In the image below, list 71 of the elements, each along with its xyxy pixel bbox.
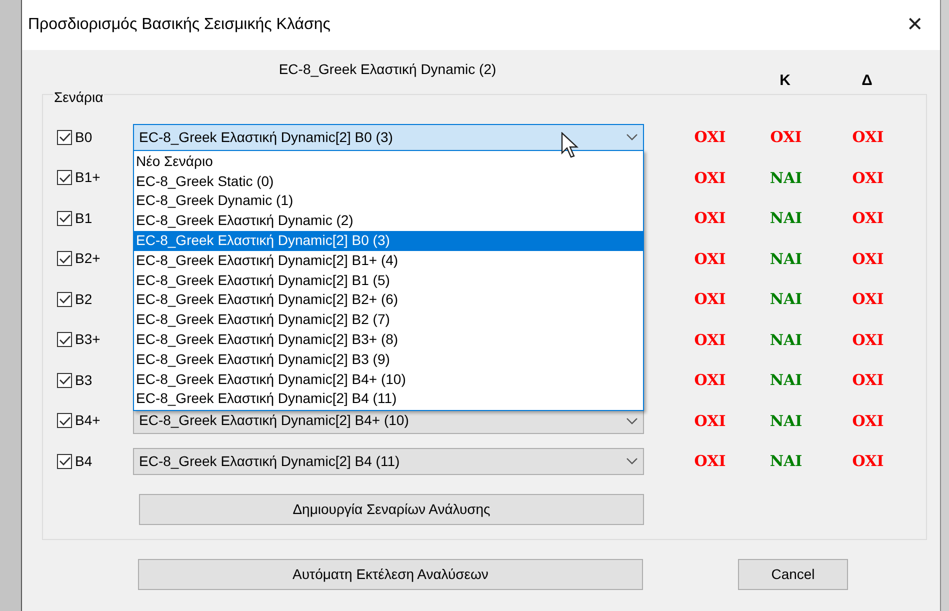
checkbox-label: B3+ bbox=[75, 330, 100, 350]
status-value: OXI bbox=[694, 168, 726, 188]
dropdown-option[interactable]: EC-8_Greek Static (0) bbox=[134, 172, 643, 192]
dropdown-option[interactable]: EC-8_Greek Ελαστική Dynamic (2) bbox=[134, 211, 643, 231]
status-value: OXI bbox=[852, 330, 884, 350]
column-header: Κ bbox=[780, 70, 790, 90]
scenario-dropdown[interactable]: EC-8_Greek Ελαστική Dynamic[2] B4 (11) bbox=[133, 448, 644, 475]
status-value: OXI bbox=[694, 370, 726, 391]
status-value: OXI bbox=[852, 451, 884, 472]
status-value: OXI bbox=[694, 248, 726, 270]
scenario-header: EC-8_Greek Ελαστική Dynamic (2) bbox=[278, 60, 496, 79]
close-button[interactable]: ✕ bbox=[900, 10, 930, 40]
checkbox[interactable] bbox=[57, 210, 72, 226]
checkbox-label: B1+ bbox=[75, 168, 100, 188]
checkbox[interactable] bbox=[57, 170, 72, 186]
dropdown-option[interactable]: EC-8_Greek Ελαστική Dynamic[2] B2 (7) bbox=[134, 310, 643, 330]
checkbox[interactable] bbox=[57, 251, 72, 266]
status-value: OXI bbox=[852, 410, 884, 432]
status-value: NAI bbox=[770, 289, 802, 310]
status-value: NAI bbox=[770, 410, 802, 432]
status-value: NAI bbox=[770, 168, 802, 188]
checkbox-label: B1 bbox=[75, 208, 92, 228]
checkbox[interactable] bbox=[57, 372, 72, 388]
chevron-down-icon bbox=[626, 133, 638, 142]
status-value: OXI bbox=[694, 330, 726, 350]
dropdown-option[interactable]: EC-8_Greek Dynamic (1) bbox=[134, 191, 643, 212]
checkbox[interactable] bbox=[57, 292, 72, 307]
dropdown-option[interactable]: EC-8_Greek Ελαστική Dynamic[2] B2+ (6) bbox=[134, 290, 643, 310]
checkbox[interactable] bbox=[57, 413, 72, 428]
cancel-button[interactable]: Cancel bbox=[738, 559, 848, 590]
status-value: NAI bbox=[770, 208, 802, 229]
status-value: OXI bbox=[770, 127, 802, 148]
status-value: OXI bbox=[694, 410, 726, 432]
checkbox[interactable] bbox=[57, 454, 72, 469]
checkbox-label: B0 bbox=[75, 128, 92, 147]
status-value: OXI bbox=[694, 127, 726, 148]
checkbox-label: B2+ bbox=[75, 249, 100, 268]
status-value: OXI bbox=[694, 208, 726, 229]
checkbox-label: B3 bbox=[75, 370, 92, 390]
dropdown-option[interactable]: EC-8_Greek Ελαστική Dynamic[2] B3 (9) bbox=[134, 350, 643, 370]
status-value: NAI bbox=[770, 370, 802, 391]
dropdown-option[interactable]: EC-8_Greek Ελαστική Dynamic[2] B0 (3) bbox=[134, 230, 643, 251]
window-title: Προσδιορισμός Βασικής Σεισμικής Κλάσης bbox=[28, 15, 330, 35]
checkbox-label: B4 bbox=[75, 452, 92, 471]
checkbox-label: B2 bbox=[75, 290, 92, 309]
run-analyses-button[interactable]: Αυτόματη Εκτέλεση Αναλύσεων bbox=[138, 559, 643, 590]
dropdown-option[interactable]: EC-8_Greek Ελαστική Dynamic[2] B1 (5) bbox=[134, 270, 643, 290]
status-value: OXI bbox=[852, 370, 884, 391]
status-value: OXI bbox=[694, 289, 726, 310]
dropdown-option[interactable]: EC-8_Greek Ελαστική Dynamic[2] B1+ (4) bbox=[134, 250, 643, 271]
checkbox-label: B4+ bbox=[75, 411, 100, 430]
status-value: OXI bbox=[852, 289, 884, 310]
status-value: NAI bbox=[770, 248, 802, 270]
dropdown-option[interactable]: EC-8_Greek Ελαστική Dynamic[2] B4+ (10) bbox=[134, 370, 643, 390]
status-value: NAI bbox=[770, 330, 802, 350]
chevron-down-icon bbox=[626, 457, 638, 466]
status-value: OXI bbox=[852, 168, 884, 188]
status-value: OXI bbox=[852, 208, 884, 229]
status-value: OXI bbox=[852, 248, 884, 270]
status-value: OXI bbox=[852, 127, 884, 148]
checkbox[interactable] bbox=[57, 332, 72, 348]
dropdown-option[interactable]: EC-8_Greek Ελαστική Dynamic[2] B3+ (8) bbox=[134, 330, 643, 350]
column-header: Δ bbox=[862, 70, 872, 90]
chevron-down-icon bbox=[626, 416, 638, 425]
checkbox[interactable] bbox=[57, 130, 72, 145]
status-value: NAI bbox=[770, 451, 802, 472]
scenario-dropdown[interactable]: EC-8_Greek Ελαστική Dynamic[2] B0 (3) bbox=[133, 124, 644, 151]
create-scenarios-button[interactable]: Δημιουργία Σεναρίων Ανάλυσης bbox=[139, 494, 644, 524]
status-value: OXI bbox=[694, 451, 726, 472]
dropdown-option[interactable]: Νέο Σενάριο bbox=[134, 152, 643, 172]
dropdown-option[interactable]: EC-8_Greek Ελαστική Dynamic[2] B4 (11) bbox=[134, 389, 643, 410]
